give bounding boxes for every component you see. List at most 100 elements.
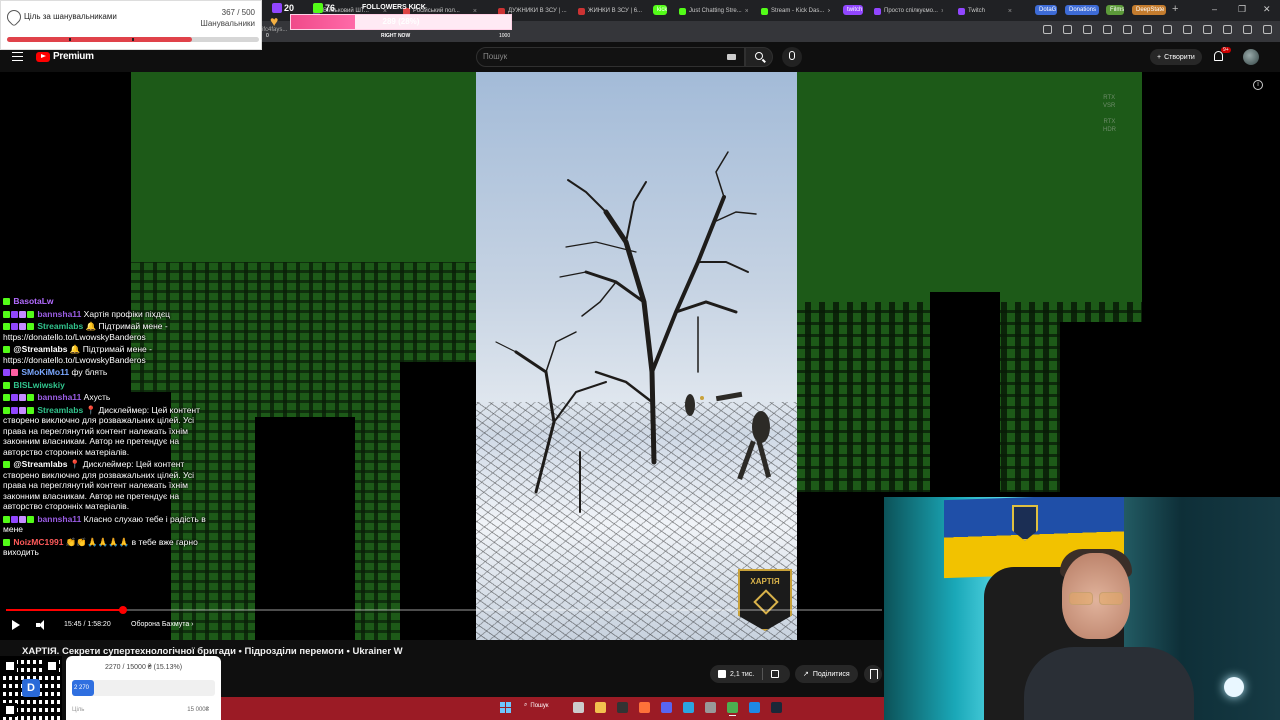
voice-search-button[interactable]	[782, 47, 802, 67]
chat-username: bannsha11	[35, 392, 84, 402]
rtx-label: RTX	[1103, 119, 1116, 125]
discord-icon[interactable]	[661, 702, 672, 713]
browser-tab[interactable]: Just Chatting Stre... ×	[676, 3, 748, 19]
youtube-logo[interactable]: Premium	[36, 51, 94, 62]
chapter-title[interactable]: Оборона Бахмута ›	[131, 621, 194, 628]
chat-username: BasotaLw	[11, 296, 54, 306]
twitch-viewers: 20	[284, 3, 295, 13]
browser-tab[interactable]: twitch	[843, 5, 863, 15]
puzzle-icon[interactable]	[1183, 25, 1192, 34]
taskview-icon[interactable]	[573, 702, 584, 713]
lamp-light	[1224, 677, 1244, 697]
donation-goal-widget: 2270 / 15000 ₴ (15.13%) 2 270 Ціль 15 00…	[66, 656, 221, 720]
thumbs-down-icon[interactable]	[771, 670, 780, 678]
minimize-button[interactable]: –	[1212, 4, 1217, 14]
browser-tab[interactable]: Twitch ×	[955, 3, 1015, 19]
obs-icon[interactable]	[617, 702, 628, 713]
chat-badge-icon	[3, 538, 10, 546]
chat-message: bannsha11 Хартія профіки піхдєц	[3, 309, 218, 320]
search-input[interactable]	[483, 52, 723, 61]
telegram-icon[interactable]	[683, 702, 694, 713]
tab-label: Just Chatting Stre...	[689, 8, 742, 14]
taskbar-search[interactable]: ⌕ Пошук	[524, 702, 548, 709]
donation-min-label: Ціль	[72, 707, 85, 713]
browser-tab[interactable]: DeepState	[1132, 5, 1166, 15]
chrome-icon[interactable]	[727, 702, 738, 716]
tab-label: Donations	[1069, 7, 1097, 13]
microphone-icon	[789, 51, 795, 60]
chat-overlay: BasotaLw bannsha11 Хартія профіки піхдєц…	[3, 296, 218, 560]
menu-dots-icon[interactable]	[1263, 25, 1272, 34]
cast-icon[interactable]	[1043, 25, 1052, 34]
info-icon[interactable]: i	[1253, 80, 1263, 90]
thumbs-up-icon[interactable]	[718, 670, 726, 678]
vscode-icon[interactable]	[749, 702, 760, 713]
windows-start-icon[interactable]	[500, 702, 511, 713]
tab-label: ЖИНКИ В ЗСУ | 6...	[588, 8, 643, 14]
save-bookmark-icon[interactable]	[864, 665, 882, 683]
tab-favicon-icon	[679, 7, 686, 15]
search-button[interactable]	[745, 47, 773, 67]
tab-favicon-icon	[578, 7, 585, 15]
tab-close-icon[interactable]: ×	[1008, 8, 1012, 15]
video-frame[interactable]: ХАРТІЯ	[476, 72, 797, 640]
tab-favicon-icon	[874, 7, 881, 15]
chat-text: Ахусть	[83, 392, 111, 402]
maximize-button[interactable]: ❐	[1238, 4, 1246, 15]
extension-icon[interactable]	[1083, 25, 1092, 34]
followers-progress-bar: 289 (28%)	[290, 14, 512, 30]
share-button[interactable]: ↗ Поділитися	[795, 665, 858, 683]
steam-icon[interactable]	[771, 702, 782, 713]
sidebar-icon[interactable]	[1223, 25, 1232, 34]
volume-icon[interactable]	[36, 620, 47, 630]
chat-badge-icon	[11, 369, 18, 376]
browser-tab[interactable]: Stream - Kick Das... ×	[758, 3, 830, 19]
hamburger-menu-icon[interactable]	[12, 52, 23, 61]
ruins-block	[400, 362, 476, 640]
calculator-icon[interactable]	[705, 702, 716, 713]
qr-corner	[45, 659, 59, 673]
tab-label: Просто спілкуємо...	[884, 8, 938, 14]
tab-close-icon[interactable]: ×	[941, 8, 943, 15]
tab-close-icon[interactable]: ×	[745, 8, 748, 15]
folder-icon[interactable]	[595, 702, 606, 713]
browser-tab[interactable]: DotaG	[1035, 5, 1057, 15]
keyboard-icon[interactable]	[727, 54, 736, 60]
browser-tab[interactable]: kick	[653, 5, 667, 15]
donation-qr-code: D	[0, 656, 62, 720]
chat-badge-icon	[3, 323, 10, 330]
goal-count-value: 367 / 500	[221, 8, 255, 17]
firefox-icon[interactable]	[639, 702, 650, 713]
new-tab-button[interactable]: +	[1172, 3, 1178, 15]
twitch-icon	[272, 3, 282, 13]
goal-milestone-tick	[69, 38, 71, 41]
video-progress-bar[interactable]	[6, 606, 882, 614]
chat-badge-icon	[19, 394, 26, 401]
browser-tab[interactable]: ЖИНКИ В ЗСУ | 6...×	[575, 3, 645, 19]
goal-progress-fill	[7, 37, 192, 42]
chat-message: NoizMC1991 👏👏🙏🙏🙏🙏 в тебе вже гарно виход…	[3, 537, 218, 558]
download-icon[interactable]	[1203, 25, 1212, 34]
play-icon[interactable]	[12, 620, 20, 630]
bookmark-icon[interactable]	[1143, 25, 1152, 34]
refresh-extension-icon[interactable]	[1123, 25, 1132, 34]
bookmark-star-icon[interactable]	[1063, 25, 1072, 34]
close-window-button[interactable]: ✕	[1263, 4, 1271, 15]
trash-icon[interactable]	[1163, 25, 1172, 34]
like-count[interactable]: 2,1 тис.	[730, 671, 754, 678]
browser-tab[interactable]: Просто спілкуємо...×	[871, 3, 943, 19]
account-avatar[interactable]	[1243, 49, 1259, 65]
progress-scrubber-handle[interactable]	[118, 606, 127, 614]
like-dislike-group: 2,1 тис.	[710, 665, 790, 683]
search-box[interactable]	[476, 47, 745, 67]
tab-close-icon[interactable]: ×	[827, 8, 830, 15]
browser-tab[interactable]: Films	[1106, 5, 1124, 15]
profile-icon[interactable]	[1243, 25, 1252, 34]
donation-progress-fill: 2 270	[72, 680, 94, 696]
glasses-icon[interactable]	[1103, 25, 1112, 34]
browser-tab[interactable]: Donations	[1065, 5, 1099, 15]
rtx-label: RTX	[1103, 95, 1116, 101]
create-button[interactable]: + Створити	[1150, 49, 1202, 65]
plus-icon: +	[1157, 53, 1162, 61]
goal-count: 367 / 500 Шанувальники	[201, 7, 256, 29]
